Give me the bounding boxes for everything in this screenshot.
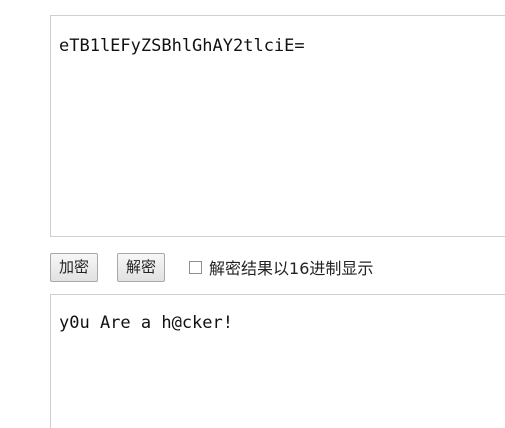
decrypt-button[interactable]: 解密 <box>117 252 166 282</box>
output-textarea[interactable]: y0u Are a h@cker! <box>50 294 505 428</box>
hex-display-option[interactable]: 解密结果以16进制显示 <box>189 255 373 279</box>
hex-display-checkbox[interactable] <box>189 260 203 274</box>
input-textarea[interactable]: eTB1lEFyZSBhlGhAY2tlciE= <box>50 15 505 237</box>
encrypt-button[interactable]: 加密 <box>50 252 99 282</box>
controls-row: 加密 解密 解密结果以16进制显示 <box>50 252 373 282</box>
hex-display-label: 解密结果以16进制显示 <box>209 259 374 278</box>
